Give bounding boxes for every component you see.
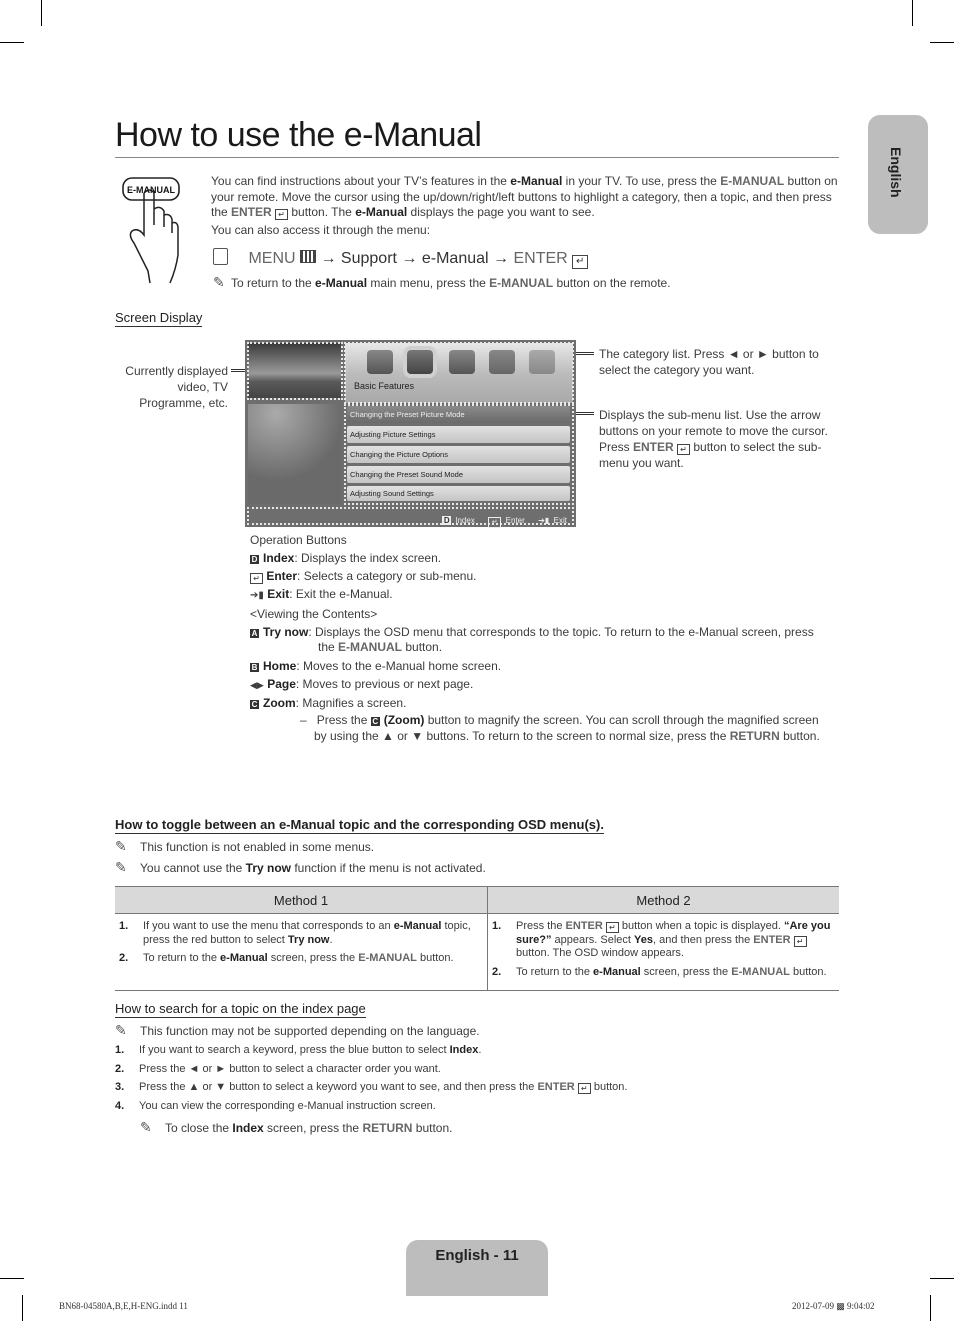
op-desc-home: B Home: Moves to the e-Manual home screen…: [250, 659, 502, 673]
menu-path: MENU → Support → e-Manual → ENTER ↵: [213, 248, 589, 269]
search-heading: How to search for a topic on the index p…: [115, 1001, 366, 1018]
viewing-contents-label: <Viewing the Contents>: [250, 607, 378, 621]
table-row: 1. If you want to use the menu that corre…: [115, 913, 839, 991]
callout-leader: [576, 412, 594, 415]
remote-menu-icon: [213, 248, 228, 265]
e-manual-button-label: E-MANUAL: [127, 185, 175, 195]
b-button-icon: B: [250, 663, 259, 672]
enter-icon: ↵: [250, 573, 263, 584]
language-tab-label: English: [888, 147, 904, 198]
op-desc-enter: ↵ Enter: Selects a category or sub-menu.: [250, 567, 840, 585]
search-steps: 1. If you want to search a keyword, press…: [115, 1044, 628, 1112]
memo-icon: ✎: [140, 1119, 152, 1135]
op-exit[interactable]: Exit: [554, 516, 567, 525]
crop-mark: [930, 1278, 954, 1279]
category-frame: [344, 342, 574, 404]
crop-mark: [22, 1295, 23, 1321]
enter-icon: ↵: [275, 209, 289, 220]
toggle-note-1: ✎ This function is not enabled in some me…: [115, 838, 375, 854]
zoom-detail: – Press the C (Zoom) button to magnify th…: [300, 713, 819, 727]
method-2-cell: 1. Press the ENTER ↵ button when a topic …: [487, 913, 839, 991]
screen-display-heading: Screen Display: [115, 310, 203, 327]
crop-mark: [41, 0, 42, 26]
category-callout: The category list. Press ◄ or ► button t…: [599, 347, 819, 377]
op-desc-exit: ➔▮ Exit: Exit the e-Manual.: [250, 587, 393, 601]
operation-heading: Operation Buttons: [250, 533, 347, 547]
op-enter[interactable]: Enter: [506, 516, 525, 525]
menu-icon: [300, 250, 317, 263]
op-desc-index: D Index: Displays the index screen.: [250, 551, 442, 565]
toggle-heading: How to toggle between an e-Manual topic …: [115, 817, 604, 834]
memo-icon: ✎: [115, 1022, 127, 1038]
search-close-note: ✎ To close the Index screen, press the RE…: [140, 1119, 453, 1135]
hand-pressing-button-icon: E-MANUAL: [122, 177, 180, 284]
left-right-arrow-icon: ◀▶: [250, 680, 264, 690]
c-button-icon: C: [250, 700, 259, 709]
language-tab: English: [868, 115, 928, 234]
page-title: How to use the e-Manual: [115, 116, 482, 154]
enter-icon: ↵: [793, 935, 807, 947]
a-button-icon: A: [250, 629, 259, 638]
crop-mark: [0, 1278, 24, 1279]
exit-icon: ➔▮: [250, 590, 264, 601]
enter-icon: ↵: [488, 517, 502, 528]
memo-icon: ✎: [115, 859, 127, 875]
enter-icon: ↵: [577, 1083, 591, 1095]
d-button-icon: D: [250, 555, 259, 564]
submenu-callout: Displays the sub-menu list. Use the arro…: [599, 408, 828, 470]
video-callout: Currently displayed video, TV Programme,…: [125, 364, 228, 410]
op-desc-page: ◀▶ Page: Moves to previous or next page.: [250, 677, 474, 691]
crop-mark: [912, 0, 913, 26]
crop-mark: [0, 42, 24, 43]
return-note: ✎ To return to the e-Manual main menu, pr…: [213, 274, 671, 290]
intro-paragraph: You can find instructions about your TV’…: [211, 174, 838, 220]
op-desc-zoom: C Zoom: Magnifies a screen.: [250, 696, 407, 710]
footer-timestamp: 2012-07-09 ▩ 9:04:02: [792, 1301, 875, 1311]
memo-icon: ✎: [115, 838, 127, 854]
submenu-frame: [344, 404, 574, 505]
video-frame: [247, 342, 343, 400]
op-index[interactable]: Index: [455, 516, 475, 525]
enter-icon: ↵: [677, 444, 691, 455]
page-number-tab: English - 11: [406, 1240, 548, 1296]
d-button-icon: D: [442, 516, 452, 525]
enter-icon: ↵: [605, 922, 619, 933]
memo-icon: ✎: [213, 274, 225, 290]
method-2-header: Method 2: [487, 886, 839, 914]
smart-tv-artwork: [248, 404, 341, 504]
operation-buttons: Operation Buttons D Index: Displays the i…: [250, 531, 840, 744]
exit-icon: ➔▮: [538, 516, 550, 525]
enter-icon: ↵: [572, 255, 589, 269]
crop-mark: [930, 42, 954, 43]
op-desc-trynow-cont: the E-MANUAL button.: [318, 640, 443, 654]
method-1-header: Method 1: [115, 886, 488, 914]
c-button-icon: C: [370, 717, 380, 726]
intro-access-text: You can also access it through the menu:: [211, 223, 431, 237]
callout-leader: [576, 352, 594, 355]
title-rule: [115, 157, 839, 158]
emanual-screen-mock: Basic Features Changing the Preset Pictu…: [245, 340, 576, 528]
search-note: ✎ This function may not be supported depe…: [115, 1022, 480, 1038]
op-desc-trynow: A Try now: Displays the OSD menu that cor…: [250, 625, 814, 639]
operation-bar: D Index ↵ Enter ➔▮ Exit: [248, 507, 573, 528]
zoom-detail-cont: by using the ▲ or ▼ buttons. To return t…: [314, 729, 820, 743]
methods-table: Method 1 Method 2 1. If you want to use t…: [115, 886, 839, 991]
toggle-note-2: ✎ You cannot use the Try now function if …: [115, 859, 486, 875]
crop-mark: [930, 1295, 931, 1321]
footer-file: BN68-04580A,B,E,H-ENG.indd 11: [59, 1301, 188, 1311]
page-number: English - 11: [435, 1247, 519, 1264]
method-1-cell: 1. If you want to use the menu that corre…: [115, 913, 488, 991]
